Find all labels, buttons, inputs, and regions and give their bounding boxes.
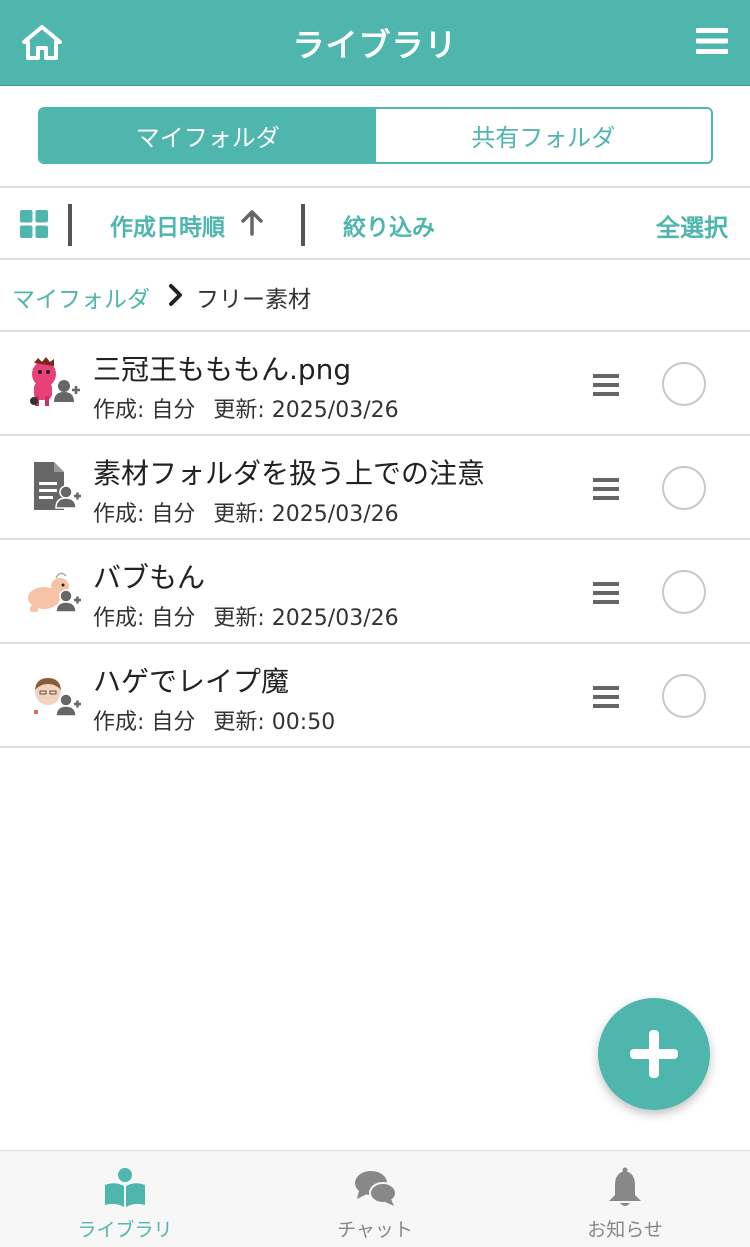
item-menu-icon[interactable]	[593, 580, 619, 606]
app-header: ライブラリ	[0, 0, 750, 86]
page-title: ライブラリ	[292, 26, 458, 64]
breadcrumb-current: フリー素材	[196, 287, 311, 313]
item-menu-icon[interactable]	[593, 684, 619, 710]
item-updated: 更新: 2025/03/26	[213, 606, 399, 631]
item-menu-icon[interactable]	[593, 372, 619, 398]
folder-segment-control: マイフォルダ 共有フォルダ	[38, 107, 713, 164]
list-item[interactable]: ハゲでレイプ魔 作成: 自分 更新: 00:50	[0, 644, 750, 748]
toolbar-divider	[68, 204, 72, 246]
book-reader-icon	[105, 1168, 145, 1207]
item-creator: 作成: 自分	[93, 502, 196, 527]
item-creator: 作成: 自分	[93, 606, 196, 631]
tab-label: チャット	[337, 1219, 413, 1241]
item-creator: 作成: 自分	[93, 398, 196, 423]
toolbar-divider	[301, 204, 305, 246]
filter-button[interactable]: 絞り込み	[343, 208, 435, 242]
list-item[interactable]: バブもん 作成: 自分 更新: 2025/03/26	[0, 540, 750, 644]
add-button[interactable]	[598, 998, 710, 1110]
tab-chat[interactable]: チャット	[250, 1151, 500, 1247]
file-list: 三冠王もももん.png 作成: 自分 更新: 2025/03/26 素材フォルダを…	[0, 332, 750, 748]
item-creator: 作成: 自分	[93, 710, 196, 735]
plus-icon	[630, 1030, 678, 1078]
item-name: バブもん	[93, 561, 206, 594]
tab-shared-folder[interactable]: 共有フォルダ	[375, 109, 711, 162]
item-updated: 更新: 2025/03/26	[213, 398, 399, 423]
breadcrumb-root-link[interactable]: マイフォルダ	[12, 280, 150, 314]
item-name: 素材フォルダを扱う上での注意	[93, 457, 486, 490]
sort-filter-toolbar: 作成日時順 絞り込み 全選択	[0, 186, 750, 260]
face-character-thumbnail	[34, 678, 81, 717]
pink-character-thumbnail	[30, 357, 80, 406]
list-item[interactable]: 素材フォルダを扱う上での注意 作成: 自分 更新: 2025/03/26	[0, 436, 750, 540]
breadcrumb: マイフォルダ フリー素材	[0, 260, 750, 332]
item-meta: 作成: 自分 更新: 2025/03/26	[93, 600, 399, 632]
tab-library[interactable]: ライブラリ	[0, 1151, 250, 1247]
chat-bubbles-icon	[355, 1171, 397, 1206]
select-all-button[interactable]: 全選択	[656, 208, 728, 243]
menu-icon[interactable]	[696, 26, 728, 56]
document-icon	[34, 462, 81, 510]
bottom-tab-bar: ライブラリ チャット お知らせ	[0, 1150, 750, 1247]
item-menu-icon[interactable]	[593, 476, 619, 502]
grid-view-icon[interactable]	[20, 210, 48, 238]
tab-my-folder[interactable]: マイフォルダ	[40, 109, 376, 162]
item-meta: 作成: 自分 更新: 2025/03/26	[93, 496, 399, 528]
item-updated: 更新: 2025/03/26	[213, 502, 399, 527]
chevron-right-icon	[169, 284, 182, 306]
baby-character-thumbnail	[28, 572, 81, 613]
list-item[interactable]: 三冠王もももん.png 作成: 自分 更新: 2025/03/26	[0, 332, 750, 436]
tab-notifications[interactable]: お知らせ	[500, 1151, 750, 1247]
item-select-checkbox[interactable]	[662, 570, 706, 614]
item-name: 三冠王もももん.png	[93, 353, 352, 386]
sort-button[interactable]: 作成日時順	[110, 208, 225, 242]
item-select-checkbox[interactable]	[662, 362, 706, 406]
tab-label: ライブラリ	[77, 1219, 173, 1241]
item-select-checkbox[interactable]	[662, 466, 706, 510]
item-meta: 作成: 自分 更新: 00:50	[93, 704, 335, 736]
bell-icon	[609, 1167, 641, 1206]
arrow-up-icon[interactable]	[240, 210, 264, 236]
item-updated: 更新: 00:50	[213, 710, 336, 735]
item-select-checkbox[interactable]	[662, 674, 706, 718]
item-name: ハゲでレイプ魔	[93, 665, 290, 698]
tab-label: お知らせ	[587, 1219, 663, 1241]
item-meta: 作成: 自分 更新: 2025/03/26	[93, 392, 399, 424]
